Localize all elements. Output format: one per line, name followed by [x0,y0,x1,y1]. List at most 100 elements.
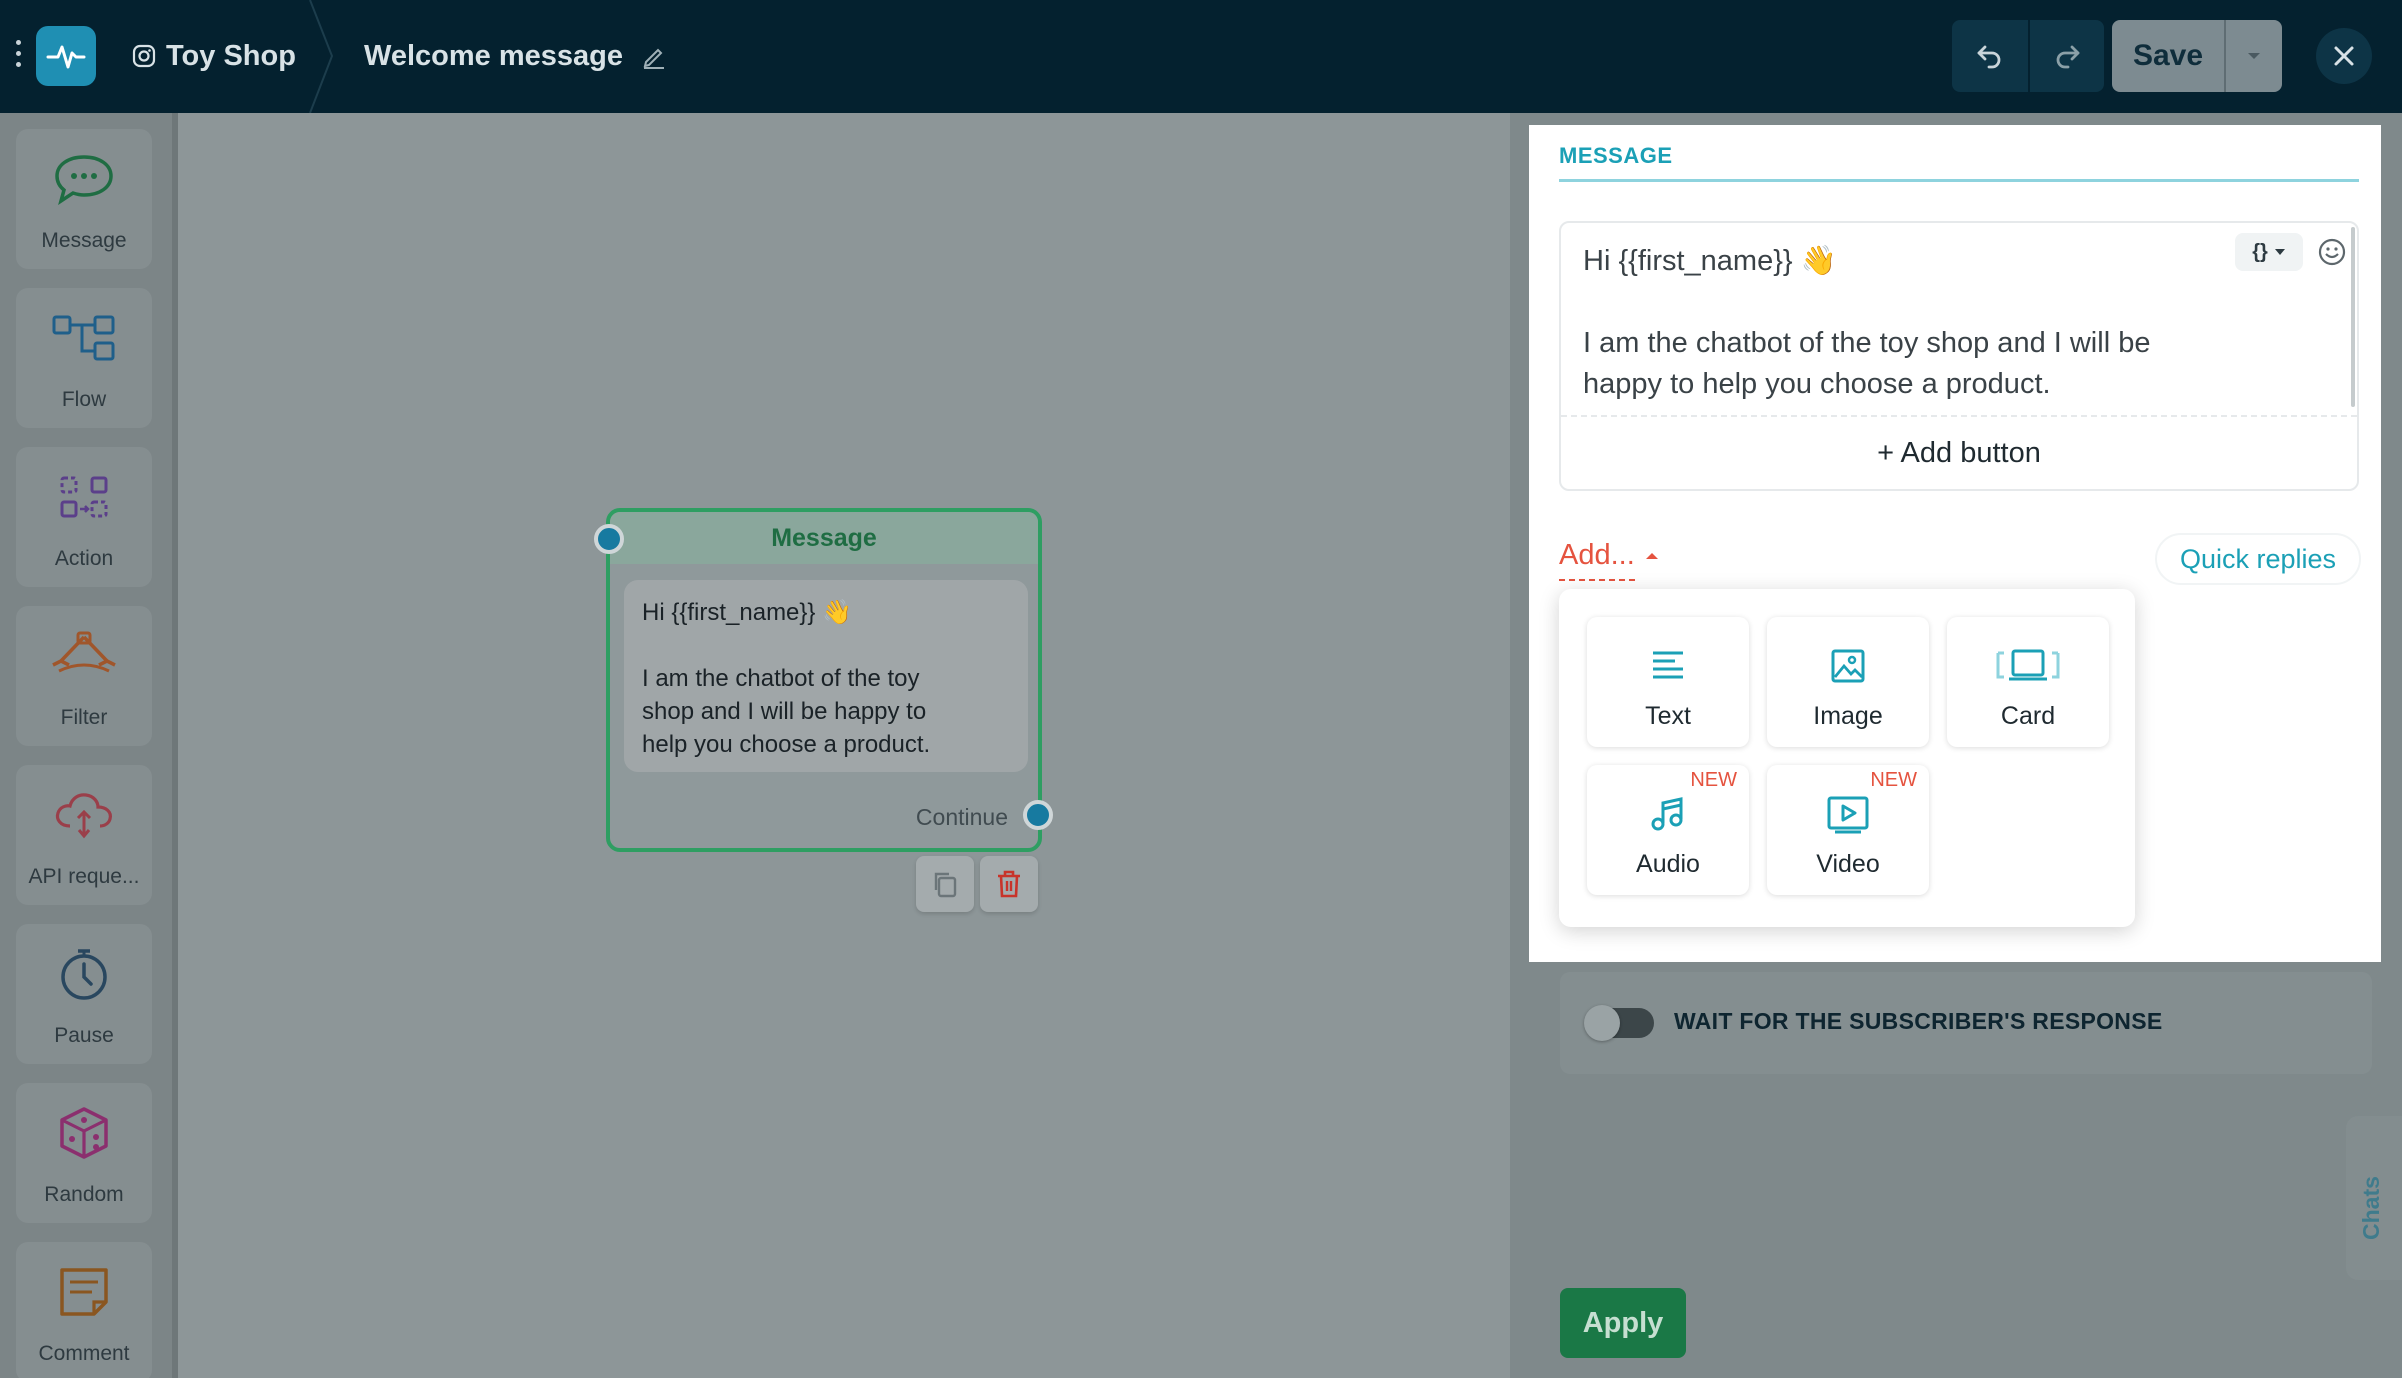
editor-line: I am the chatbot of the toy shop and I w… [1583,327,2151,359]
sidebar-item-random[interactable]: Random [16,1083,152,1223]
flow-title: Welcome message [364,39,623,72]
node-output-port[interactable] [1023,800,1053,830]
emoji-icon[interactable] [2317,237,2347,267]
sidebar-item-label: Random [44,1183,124,1206]
text-lines-icon [1653,651,1683,679]
message-text[interactable]: Hi {{first_name}} 👋 I am the chatbot of … [1583,241,2273,405]
action-icon [60,476,108,518]
redo-icon [2056,45,2080,69]
redo-button[interactable] [2028,20,2104,92]
curly-braces-icon: {} [2252,240,2268,263]
api-request-icon [55,793,112,839]
filter-icon [52,631,116,673]
chat-bubble-icon [55,155,113,205]
breadcrumb-shop[interactable]: Toy Shop [132,36,296,76]
insert-variable-button[interactable]: {} [2235,233,2303,271]
sidebar-item-action[interactable]: Action [16,447,152,587]
sidebar-item-label: API reque... [28,865,140,888]
sidebar-item-label: Pause [54,1024,114,1047]
node-title: Message [610,512,1038,564]
new-badge: NEW [1690,769,1737,791]
option-label: Audio [1636,850,1700,878]
blocks-sidebar: Message Flow Action Filter API reque... … [0,113,178,1378]
add-button-button[interactable]: + Add button [1561,417,2357,489]
editor-scrollbar[interactable] [2351,227,2355,407]
toggle-knob [1584,1005,1620,1041]
node-continue-label: Continue [915,804,1008,830]
wait-for-response-toggle[interactable] [1584,1005,1654,1041]
sidebar-item-message[interactable]: Message [16,129,152,269]
card-icon [1996,649,2060,681]
sidebar-item-filter[interactable]: Filter [16,606,152,746]
dice-icon [60,1107,108,1159]
quick-replies-button[interactable]: Quick replies [2155,533,2361,585]
node-message-bubble: Hi {{first_name}} 👋 I am the chatbot of … [624,580,1028,772]
message-node[interactable]: Message Hi {{first_name}} 👋 I am the cha… [606,508,1042,852]
add-audio-option[interactable]: NEW Audio [1587,765,1749,895]
undo-button[interactable] [1952,20,2028,92]
chats-side-tab[interactable]: Chats [2346,1116,2402,1280]
sidebar-item-label: Flow [61,388,107,411]
save-group: Save [2112,20,2282,92]
sidebar-item-label: Action [54,547,114,570]
option-label: Card [2000,702,2056,730]
node-actions [916,856,1038,912]
wait-for-response-setting: WAIT FOR THE SUBSCRIBER'S RESPONSE [1560,972,2372,1074]
save-options-dropdown[interactable] [2224,20,2282,92]
add-menu-label: Add... [1559,539,1635,571]
wait-for-response-label: WAIT FOR THE SUBSCRIBER'S RESPONSE [1674,1008,2163,1034]
undo-icon [1977,45,2001,69]
flow-icon [52,315,115,361]
copy-icon [934,872,957,898]
sidebar-item-flow[interactable]: Flow [16,288,152,428]
close-icon [2334,46,2354,66]
top-bar: Toy Shop Welcome message Save [0,0,2402,113]
chevron-down-icon [2248,53,2260,59]
delete-node-button[interactable] [980,856,1038,912]
sidebar-item-label: Comment [38,1342,130,1365]
edit-pencil-icon[interactable] [641,43,667,69]
chevron-down-icon [2274,249,2285,255]
close-button[interactable] [2316,28,2372,84]
node-input-port[interactable] [594,524,624,554]
breadcrumb-separator [309,0,334,113]
history-controls [1952,20,2104,92]
music-note-icon [1651,797,1683,831]
breadcrumb-flow-title: Welcome message [364,36,667,76]
save-button[interactable]: Save [2112,20,2224,92]
add-content-popup: Text Image Card NEW Audio NEW Video [1559,589,2135,927]
add-image-option[interactable]: Image [1767,617,1929,747]
add-text-option[interactable]: Text [1587,617,1749,747]
editor-toolbar: {} [2235,233,2347,271]
option-label: Text [1645,702,1691,730]
chevron-up-icon [1645,552,1658,559]
node-body-text: I am the chatbot of the toy shop and I w… [642,665,931,758]
shop-name: Toy Shop [166,39,296,72]
image-icon [1831,649,1865,683]
add-menu-underline [1559,579,1635,581]
option-label: Video [1816,850,1880,878]
sidebar-item-pause[interactable]: Pause [16,924,152,1064]
editor-line: happy to help you choose a product. [1583,368,2051,400]
new-badge: NEW [1870,769,1917,791]
sidebar-item-comment[interactable]: Comment [16,1242,152,1378]
add-card-option[interactable]: Card [1947,617,2109,747]
instagram-icon [132,44,156,68]
sidebar-item-api-request[interactable]: API reque... [16,765,152,905]
sidebar-item-label: Filter [60,706,108,729]
timer-icon [61,949,107,1000]
app-logo[interactable] [36,26,96,86]
option-label: Image [1813,702,1883,730]
add-content-menu-toggle[interactable]: Add... [1559,539,1659,581]
message-card: MESSAGE Hi {{first_name}} 👋 I am the cha… [1529,125,2381,962]
more-menu-icon[interactable] [10,40,26,74]
trash-icon [998,870,1020,898]
message-editor[interactable]: Hi {{first_name}} 👋 I am the chatbot of … [1559,221,2359,491]
duplicate-node-button[interactable] [916,856,974,912]
apply-button[interactable]: Apply [1560,1288,1686,1358]
tab-message[interactable]: MESSAGE [1559,143,1673,169]
node-greeting: Hi {{first_name}} 👋 [642,599,852,626]
comment-icon [60,1268,108,1316]
chats-tab-label: Chats [2358,1176,2384,1240]
add-video-option[interactable]: NEW Video [1767,765,1929,895]
